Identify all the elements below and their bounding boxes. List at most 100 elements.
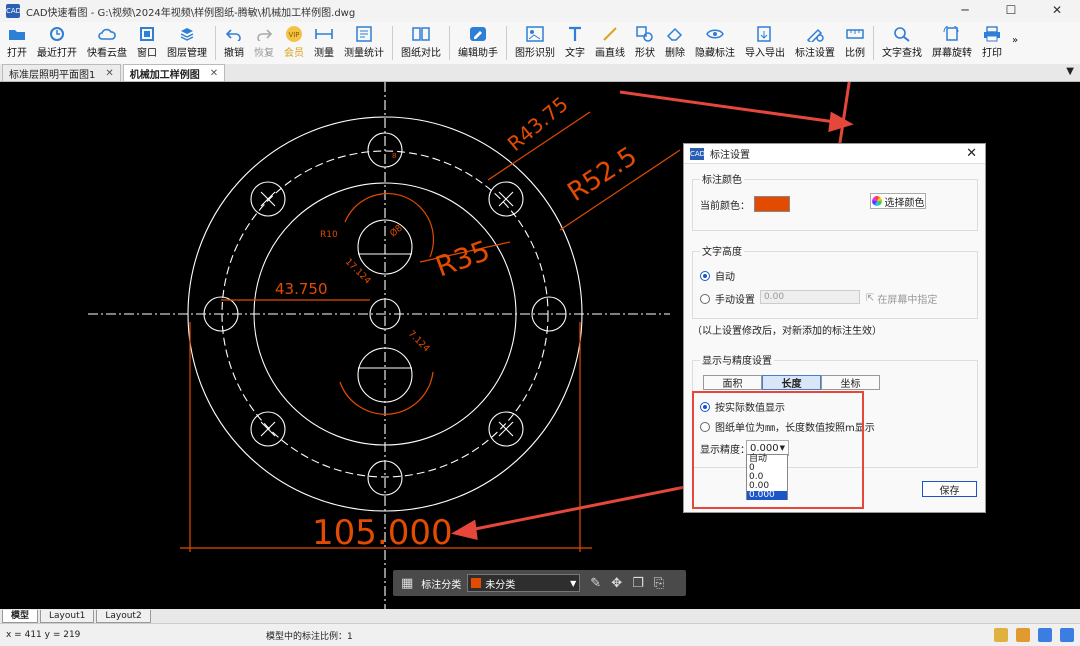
close-icon[interactable]: ✕ [105, 68, 113, 79]
auto-height-option[interactable]: 自动 [700, 268, 735, 283]
maximize-button[interactable]: ☐ [988, 0, 1034, 22]
annotation-category-label: 标注分类 [421, 579, 462, 591]
toolbar-window-button[interactable]: 窗口 [132, 22, 162, 64]
close-button[interactable]: ✕ [1034, 0, 1080, 22]
dim-7-124: 7.124 [406, 329, 431, 354]
manual-radio[interactable] [700, 293, 710, 304]
tab-layout1[interactable]: Layout1 [40, 609, 95, 623]
toolbar-scale-button[interactable]: 比例 [840, 22, 870, 64]
current-color-row: 当前颜色： [700, 196, 790, 212]
pdf-icon[interactable] [1038, 628, 1052, 642]
tab-layout2[interactable]: Layout2 [96, 609, 151, 623]
toolbar-more-button[interactable]: » [1007, 22, 1023, 64]
layers-icon [177, 25, 197, 43]
close-icon[interactable]: ✕ [210, 68, 218, 79]
toolbar-separator [392, 26, 393, 60]
tab-model[interactable]: 模型 [2, 609, 39, 623]
import-export-icon [755, 25, 775, 43]
dialog-logo-icon: CAD [690, 147, 706, 160]
paste-icon[interactable]: ⎘ [654, 576, 664, 591]
tab-length[interactable]: 长度 [762, 375, 821, 390]
toolbar-label: 文字 [565, 48, 585, 59]
eye-icon [705, 25, 725, 43]
toolbar-label: 隐藏标注 [695, 48, 735, 59]
tabs-dropdown-icon[interactable]: ▼ [1066, 66, 1074, 77]
toolbar-shape-button[interactable]: 形状 [630, 22, 660, 64]
file-icon[interactable] [1016, 628, 1030, 642]
toolbar-screen-rotate-button[interactable]: 屏幕旋转 [927, 22, 977, 64]
toolbar-shape-recognition-button[interactable]: 图形识别 [510, 22, 560, 64]
tab-machining-sample[interactable]: 机械加工样例图 ✕ [122, 64, 226, 81]
toolbar-label: 画直线 [595, 48, 625, 59]
app-window: CAD CAD快速看图 - G:\视频\2024年视频\样例图纸-腾敏\机械加工… [0, 0, 1080, 646]
manual-height-option[interactable]: 手动设置 [700, 291, 755, 306]
edit-assistant-icon [468, 25, 488, 43]
annotation-scale-text: 模型中的标注比例：1 [266, 631, 353, 642]
display-group-title: 显示与精度设置 [700, 352, 774, 367]
copy-icon[interactable]: ❐ [632, 576, 644, 591]
cursor-coordinates: x = 411 y = 219 [6, 630, 81, 640]
toolbar-line-button[interactable]: 画直线 [590, 22, 630, 64]
toolbar-edit-assistant-button[interactable]: 编辑助手 [453, 22, 503, 64]
screen-pick-button[interactable]: ⇱ 在屏幕中指定 [866, 291, 937, 306]
auto-radio[interactable] [700, 270, 710, 281]
manual-height-input[interactable]: 0.00 [760, 290, 860, 304]
toolbar-recent-button[interactable]: 最近打开 [32, 22, 82, 64]
toolbar-label: 屏幕旋转 [932, 48, 972, 59]
highlight-box [692, 391, 864, 509]
screen-pick-label: 在屏幕中指定 [877, 295, 938, 306]
line-icon [600, 25, 620, 43]
toolbar-text-search-button[interactable]: 文字查找 [877, 22, 927, 64]
toolbar-vip-button[interactable]: VIP 会员 [279, 22, 309, 64]
toolbar-text-button[interactable]: 文字 [560, 22, 590, 64]
tab-coordinate[interactable]: 坐标 [821, 375, 880, 390]
toolbar-compare-button[interactable]: 图纸对比 [396, 22, 446, 64]
toolbar-label: 快看云盘 [87, 48, 127, 59]
minimize-button[interactable]: ─ [942, 0, 988, 22]
dim-d8: Ø8 [388, 222, 405, 239]
status-icons [994, 628, 1074, 642]
shape-icon [635, 25, 655, 43]
toolbar-annotation-settings-button[interactable]: 标注设置 [790, 22, 840, 64]
compare-icon [411, 25, 431, 43]
current-color-swatch[interactable] [754, 196, 790, 212]
dialog-close-icon[interactable]: ✕ [966, 146, 977, 161]
annotation-category-select[interactable]: 未分类 ▼ [467, 574, 581, 592]
toolbar-delete-button[interactable]: 删除 [660, 22, 690, 64]
toolbar-label: 窗口 [137, 48, 157, 59]
tab-lighting-plan[interactable]: 标准层照明平面图1 ✕ [2, 64, 121, 81]
window-title: CAD快速看图 - G:\视频\2024年视频\样例图纸-腾敏\机械加工样例图.… [26, 7, 356, 19]
toolbar-import-export-button[interactable]: 导入导出 [740, 22, 790, 64]
printer-icon [982, 25, 1002, 43]
app-logo-icon: CAD [6, 4, 21, 18]
toolbar-measure-button[interactable]: 测量 [309, 22, 339, 64]
svg-text:VIP: VIP [288, 31, 299, 39]
pick-icon: ⇱ [866, 293, 875, 304]
toolbar-cloud-button[interactable]: 快看云盘 [82, 22, 132, 64]
toolbar-print-button[interactable]: 打印 [977, 22, 1007, 64]
toolbar-label: 形状 [635, 48, 655, 59]
text-search-icon [892, 25, 912, 43]
toolbar-label: 删除 [665, 48, 685, 59]
edit-icon[interactable]: ✎ [590, 576, 601, 591]
save-button[interactable]: 保存 [922, 481, 977, 497]
toolbar-undo-button[interactable]: 撤销 [219, 22, 249, 64]
tab-area[interactable]: 面积 [703, 375, 762, 390]
chevron-down-icon: ▼ [570, 578, 577, 588]
move-icon[interactable]: ✥ [611, 576, 622, 591]
window-icon [137, 25, 157, 43]
folder-icon [7, 25, 27, 43]
layout-icon[interactable] [1060, 628, 1074, 642]
dim-8: 8 [392, 152, 396, 160]
choose-color-button[interactable]: 选择颜色 [870, 193, 926, 209]
toolbar-layers-button[interactable]: 图层管理 [162, 22, 212, 64]
toolbar-hide-annotation-button[interactable]: 隐藏标注 [690, 22, 740, 64]
grid-icon[interactable]: ▦ [401, 576, 413, 591]
toolbar-open-button[interactable]: 打开 [2, 22, 32, 64]
undo-icon [224, 25, 244, 43]
toolbar-redo-button[interactable]: 恢复 [249, 22, 279, 64]
toolbar-measure-stats-button[interactable]: 测量统计 [339, 22, 389, 64]
folder-icon[interactable] [994, 628, 1008, 642]
vip-icon: VIP [284, 25, 304, 43]
dialog-title: 标注设置 [710, 150, 750, 161]
